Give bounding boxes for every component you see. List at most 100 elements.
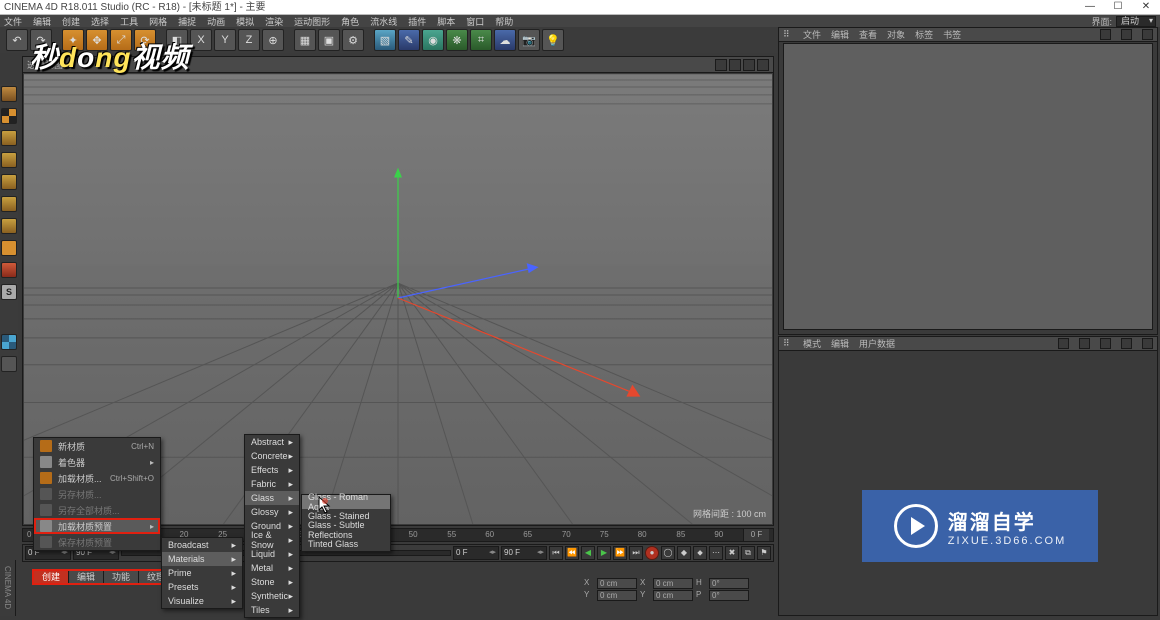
scene-end-field[interactable]: 90 F◂▸ [501,546,547,560]
objmgr-menu-object[interactable]: 对象 [887,28,905,41]
axis-z-button[interactable]: Z [238,29,260,51]
locked-workplane-button[interactable] [1,334,17,350]
ctx-load-preset[interactable]: 加载材质预置 ▸ [34,518,160,534]
rot-h-field[interactable]: 0° [709,578,749,589]
key-pos-button[interactable]: ◆ [677,546,691,560]
polygon-mode-button[interactable] [1,218,17,234]
axis-x-button[interactable]: X [190,29,212,51]
viewport-pan-icon[interactable] [715,59,727,71]
key-opts-button[interactable]: ⋯ [709,546,723,560]
live-select-button[interactable]: ✦ [62,29,84,51]
subdiv-button[interactable]: ◉ [422,29,444,51]
step-back-button[interactable]: ⏪ [565,546,579,560]
undo-button[interactable]: ↶ [6,29,28,51]
menu-character[interactable]: 角色 [341,15,359,28]
key-all-button[interactable]: ⬥ [693,546,707,560]
menu-mograph[interactable]: 运动图形 [294,15,330,28]
rot-p-field[interactable]: 0° [709,590,749,601]
render-settings-button[interactable]: ⚙ [342,29,364,51]
ctx-shader[interactable]: 着色器 ▸ [34,454,160,470]
autokey-button[interactable]: ◯ [661,546,675,560]
window-minimize-button[interactable]: — [1076,0,1104,14]
record-button[interactable]: ● [645,546,659,560]
window-close-button[interactable]: ✕ [1132,0,1160,14]
fly1-materials[interactable]: Materials▸ [162,552,242,566]
primitive-cube-button[interactable]: ▧ [374,29,396,51]
spline-pen-button[interactable]: ✎ [398,29,420,51]
fly1-broadcast[interactable]: Broadcast▸ [162,538,242,552]
make-editable-button[interactable] [1,86,17,102]
fly2-effects[interactable]: Effects▸ [245,463,299,477]
workplane-mode-button[interactable] [1,152,17,168]
mat-tab-edit[interactable]: 编辑 [69,571,104,583]
coord-system-button[interactable]: ⊕ [262,29,284,51]
object-manager-tree[interactable] [783,43,1153,330]
generator-array-button[interactable]: ❋ [446,29,468,51]
objmgr-menu-view[interactable]: 查看 [859,28,877,41]
mat-tab-create[interactable]: 创建 [34,571,69,583]
fly2-stone[interactable]: Stone▸ [245,575,299,589]
tool-recent-button[interactable]: ◧ [166,29,188,51]
attrmgr-menu-icon[interactable] [1142,338,1153,349]
menu-window[interactable]: 窗口 [466,15,484,28]
size-x-field[interactable]: 0 cm [653,578,693,589]
fly2-concrete[interactable]: Concrete▸ [245,449,299,463]
play-forward-button[interactable]: ▶ [597,546,611,560]
menu-render[interactable]: 渲染 [265,15,283,28]
pos-y-field[interactable]: 0 cm [597,590,637,601]
play-back-button[interactable]: ◀ [581,546,595,560]
attrmgr-menu-mode[interactable]: 模式 [803,337,821,350]
menu-file[interactable]: 文件 [4,15,22,28]
fly2-synthetic[interactable]: Synthetic▸ [245,589,299,603]
ctx-new-material[interactable]: 新材质 Ctrl+N [34,438,160,454]
menu-simulate[interactable]: 模拟 [236,15,254,28]
planar-workplane-button[interactable] [1,356,17,372]
fly3-subtle-reflections[interactable]: Glass - Subtle Reflections [302,523,390,537]
viewport-dolly-icon[interactable] [729,59,741,71]
menu-mesh[interactable]: 网格 [149,15,167,28]
menu-select[interactable]: 选择 [91,15,109,28]
objmgr-menu-bookmark[interactable]: 书签 [943,28,961,41]
fly1-visualize[interactable]: Visualize▸ [162,594,242,608]
go-end-button[interactable]: ⏭ [629,546,643,560]
menu-tools[interactable]: 工具 [120,15,138,28]
viewport-solo-button[interactable] [1,262,17,278]
fly2-tiles[interactable]: Tiles▸ [245,603,299,617]
fly2-glossy[interactable]: Glossy▸ [245,505,299,519]
fly2-fabric[interactable]: Fabric▸ [245,477,299,491]
key-func-button[interactable]: ⚑ [757,546,771,560]
objmgr-search-icon[interactable] [1100,29,1111,40]
edge-mode-button[interactable] [1,196,17,212]
render-view-button[interactable]: ▦ [294,29,316,51]
attrmgr-menu-edit[interactable]: 编辑 [831,337,849,350]
render-region-button[interactable]: ▣ [318,29,340,51]
objmgr-menu-edit[interactable]: 编辑 [831,28,849,41]
axis-mode-button[interactable] [1,240,17,256]
size-y-field[interactable]: 0 cm [653,590,693,601]
menu-animate[interactable]: 动画 [207,15,225,28]
step-forward-button[interactable]: ⏩ [613,546,627,560]
key-remove-button[interactable]: ✖ [725,546,739,560]
pos-x-field[interactable]: 0 cm [597,578,637,589]
fly2-ice-snow[interactable]: Ice & Snow▸ [245,533,299,547]
attrmgr-lock-icon[interactable] [1121,338,1132,349]
mat-tab-function[interactable]: 功能 [104,571,139,583]
objmgr-menu-tags[interactable]: 标签 [915,28,933,41]
menu-pipeline[interactable]: 流水线 [370,15,397,28]
objmgr-eye-icon[interactable] [1121,29,1132,40]
attrmgr-fwd-icon[interactable] [1079,338,1090,349]
current-frame-field[interactable]: 0 F◂▸ [453,546,499,560]
objmgr-filter-icon[interactable] [1142,29,1153,40]
viewport-orbit-icon[interactable] [743,59,755,71]
fly2-liquid[interactable]: Liquid▸ [245,547,299,561]
go-start-button[interactable]: ⏮ [549,546,563,560]
attrmgr-up-icon[interactable] [1100,338,1111,349]
camera-button[interactable]: 📷 [518,29,540,51]
attrmgr-back-icon[interactable] [1058,338,1069,349]
attrmgr-menu-userdata[interactable]: 用户数据 [859,337,895,350]
menu-snap[interactable]: 捕捉 [178,15,196,28]
redo-button[interactable]: ↷ [30,29,52,51]
menu-script[interactable]: 脚本 [437,15,455,28]
menu-edit[interactable]: 编辑 [33,15,51,28]
ctx-load-material[interactable]: 加载材质... Ctrl+Shift+O [34,470,160,486]
